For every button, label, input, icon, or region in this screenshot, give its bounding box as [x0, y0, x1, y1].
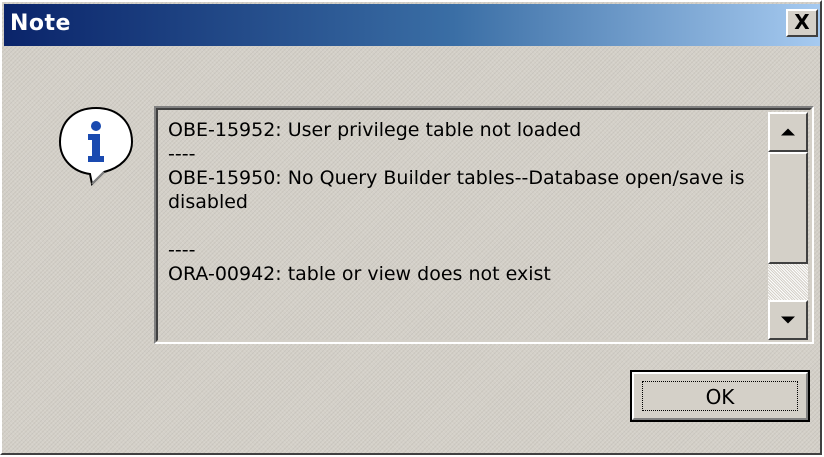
message-text[interactable]: OBE-15952: User privilege table not load… [168, 118, 758, 338]
arrow-up-icon [781, 128, 795, 136]
close-button[interactable]: X [786, 9, 818, 37]
message-box-inner: OBE-15952: User privilege table not load… [156, 108, 812, 342]
scroll-down-button[interactable] [768, 300, 808, 340]
window-title: Note [10, 11, 71, 36]
title-bar[interactable]: Note X [4, 4, 820, 46]
ok-button-face: OK [632, 372, 808, 420]
note-dialog-window: Note X OBE-15952: User privilege table n… [0, 0, 822, 455]
vertical-scrollbar[interactable] [768, 112, 808, 340]
close-icon: X [794, 10, 810, 34]
message-box[interactable]: OBE-15952: User privilege table not load… [154, 106, 814, 344]
scroll-up-button[interactable] [768, 112, 808, 152]
scroll-thumb[interactable] [768, 152, 808, 264]
arrow-down-icon [781, 316, 795, 324]
ok-button-label: OK [705, 385, 735, 409]
ok-button[interactable]: OK [630, 370, 810, 422]
info-icon [58, 106, 134, 186]
